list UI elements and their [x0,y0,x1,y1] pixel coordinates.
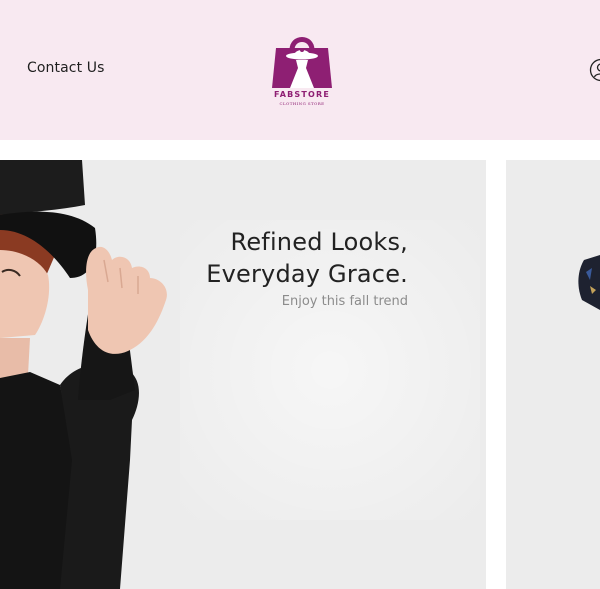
next-slide-image [578,255,600,310]
shopping-bag-logo-icon [272,37,332,88]
hero-model-image [0,160,167,589]
page: Contact Us FABSTORE CLOTHING STORE Refin… [0,0,600,589]
next-slide-preview[interactable] [506,160,600,589]
site-header: Contact Us FABSTORE CLOTHING STORE [0,0,600,140]
contact-us-link[interactable]: Contact Us [27,60,104,76]
hero-text-block: Refined Looks, Everyday Grace. Enjoy thi… [206,226,408,309]
logo-brand-name: FABSTORE [273,90,331,99]
logo-tagline: CLOTHING STORE [279,101,325,106]
store-logo[interactable]: FABSTORE CLOTHING STORE [270,30,334,110]
account-icon[interactable] [589,58,600,82]
hero-slide[interactable]: Refined Looks, Everyday Grace. Enjoy thi… [0,160,486,589]
hero-subtitle: Enjoy this fall trend [281,294,408,309]
hero-title: Refined Looks, Everyday Grace. [206,226,408,290]
hero-title-line-1: Refined Looks, [230,228,408,256]
hero-title-line-2: Everyday Grace. [206,260,408,288]
